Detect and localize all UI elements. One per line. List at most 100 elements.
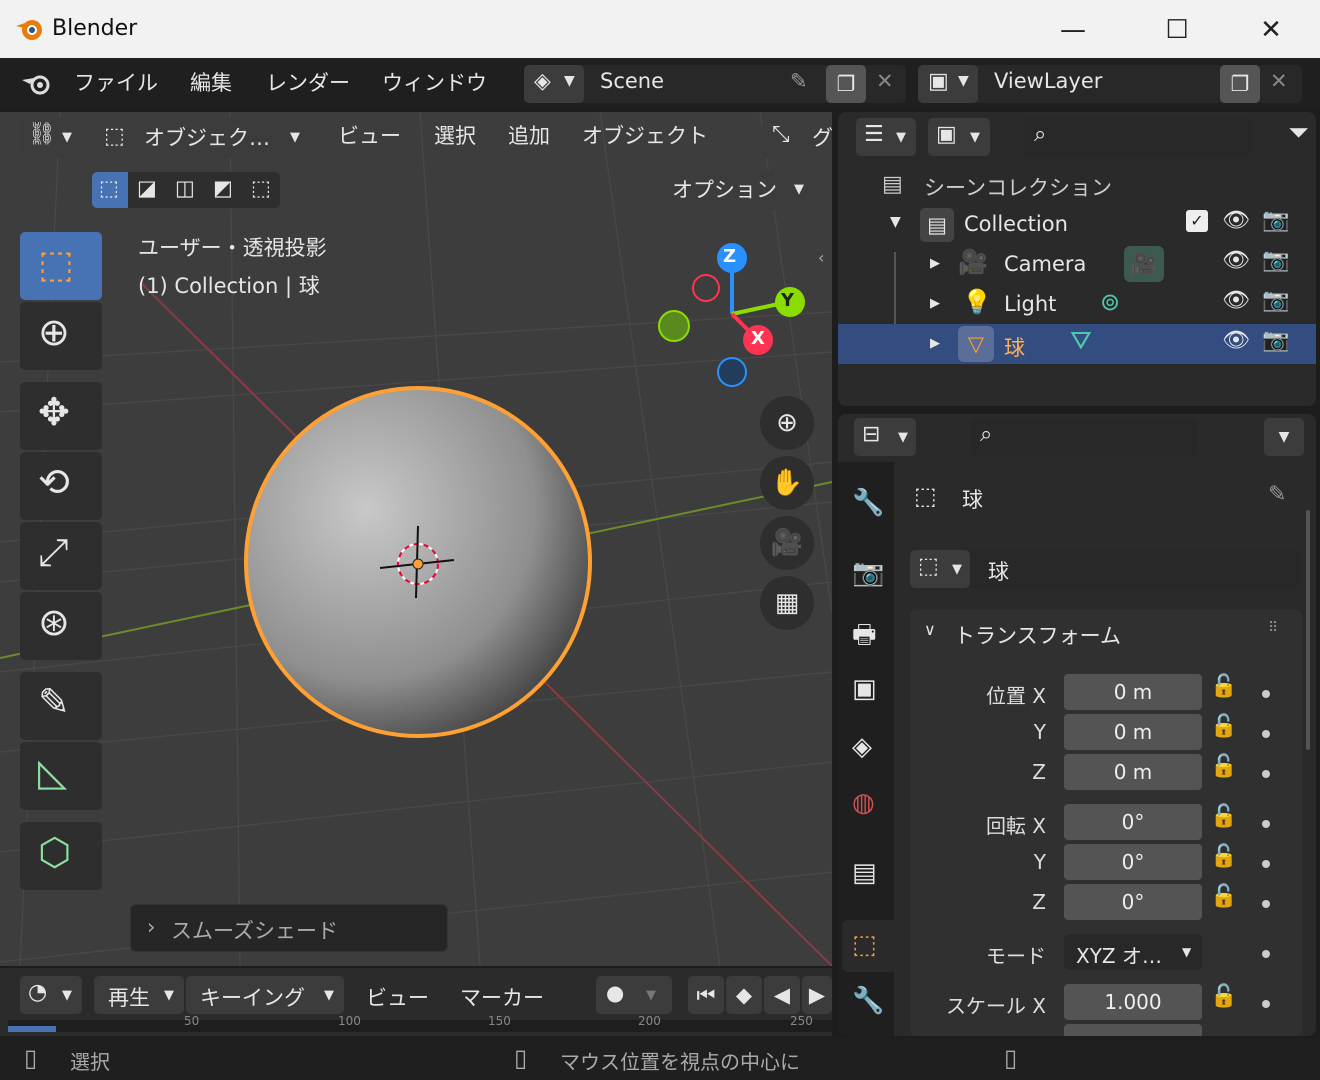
- tool-annotate[interactable]: ✎: [20, 672, 102, 740]
- lock-icon[interactable]: 🔓: [1210, 844, 1237, 869]
- options-dropdown[interactable]: オプション ▼: [656, 170, 814, 210]
- camera-view-button[interactable]: 🎥: [760, 516, 814, 570]
- transform-panel-title[interactable]: トランスフォーム: [954, 620, 1121, 650]
- outliner-row-sphere[interactable]: ▶ ▽ 球 ⛛ 👁 📷: [838, 324, 1316, 364]
- keyframe-dot-icon[interactable]: [1262, 690, 1270, 698]
- expand-right-icon[interactable]: ▶: [930, 336, 940, 351]
- lock-icon[interactable]: 🔓: [1210, 984, 1237, 1009]
- transform-orientation-button[interactable]: ⤡ グ: [762, 118, 832, 158]
- object-name-input[interactable]: 球: [988, 556, 1009, 586]
- 3d-viewport[interactable]: ⛓ ▼ ⬚ オブジェク… ▼ ビュー 選択 追加 オブジェクト ⤡ グ ⬚ ◪ …: [0, 112, 832, 966]
- panel-collapse-icon[interactable]: ∨: [924, 620, 936, 639]
- properties-scrollbar[interactable]: [1306, 510, 1310, 750]
- sphere-object[interactable]: [240, 382, 596, 742]
- pin-icon[interactable]: ✎: [790, 69, 808, 93]
- rotation-z-field[interactable]: 0°: [1064, 884, 1202, 920]
- select-subtract-button[interactable]: ◫: [168, 172, 204, 208]
- pin-icon[interactable]: ✎: [1268, 482, 1286, 507]
- gizmo-neg-z[interactable]: [717, 357, 747, 387]
- visibility-eye-icon[interactable]: 👁: [1222, 328, 1250, 353]
- scene-browse-button[interactable]: ◈ ▼: [524, 65, 584, 103]
- outliner-row-camera[interactable]: ▶ 🎥 Camera 🎥 👁 📷: [838, 246, 1316, 284]
- lock-icon[interactable]: 🔓: [1210, 714, 1237, 739]
- sidebar-toggle-icon[interactable]: ‹: [818, 248, 824, 267]
- tool-scale[interactable]: ⤢: [20, 522, 102, 590]
- tab-object-active[interactable]: ⬚: [842, 920, 894, 972]
- properties-search-input[interactable]: ⌕: [970, 418, 1198, 456]
- lock-icon[interactable]: 🔓: [1210, 804, 1237, 829]
- keyframe-dot-icon[interactable]: [1262, 820, 1270, 828]
- new-scene-button[interactable]: ❐: [826, 65, 866, 103]
- tab-modifier-icon[interactable]: 🔧: [852, 986, 884, 1016]
- render-camera-icon[interactable]: 📷: [1262, 248, 1289, 273]
- keying-dropdown[interactable]: キーイング ▼: [186, 976, 344, 1014]
- visibility-eye-icon[interactable]: 👁: [1222, 208, 1250, 233]
- tool-select-box[interactable]: ⬚: [20, 232, 102, 300]
- timeline-menu-marker[interactable]: マーカー: [460, 982, 544, 1012]
- tab-scene-icon[interactable]: ◈: [852, 732, 872, 762]
- scale-x-field[interactable]: 1.000: [1064, 984, 1202, 1020]
- remove-viewlayer-icon[interactable]: ✕: [1270, 69, 1288, 93]
- select-invert-button[interactable]: ◩: [206, 172, 242, 208]
- viewlayer-browse-button[interactable]: ▣ ▼: [918, 65, 978, 103]
- lock-icon[interactable]: 🔓: [1210, 674, 1237, 699]
- tool-measure[interactable]: ◺: [20, 742, 102, 810]
- last-operator-panel[interactable]: › スムーズシェード: [130, 904, 448, 952]
- keyframe-dot-icon[interactable]: [1262, 730, 1270, 738]
- pan-button[interactable]: ✋: [760, 456, 814, 510]
- keyframe-dot-icon[interactable]: [1262, 900, 1270, 908]
- scene-name-field[interactable]: Scene: [600, 69, 664, 93]
- menu-edit[interactable]: 編集: [190, 68, 232, 98]
- render-camera-icon[interactable]: 📷: [1262, 208, 1289, 233]
- timeline-editor-type-button[interactable]: ◔ ▼: [20, 976, 82, 1014]
- expand-right-icon[interactable]: ▶: [930, 296, 940, 311]
- select-intersect-button[interactable]: ⬚: [244, 172, 280, 208]
- jump-keyframe-button[interactable]: ◆: [726, 976, 762, 1014]
- location-z-field[interactable]: 0 m: [1064, 754, 1202, 790]
- camera-data-icon[interactable]: 🎥: [1124, 246, 1164, 282]
- location-x-field[interactable]: 0 m: [1064, 674, 1202, 710]
- scale-y-field[interactable]: [1064, 1024, 1202, 1036]
- remove-scene-icon[interactable]: ✕: [876, 69, 894, 93]
- tool-rotate[interactable]: ⟲: [20, 452, 102, 520]
- viewport-menu-view[interactable]: ビュー: [338, 116, 401, 156]
- rotation-y-field[interactable]: 0°: [1064, 844, 1202, 880]
- tool-move[interactable]: ✥: [20, 382, 102, 450]
- scene-collection-label[interactable]: シーンコレクション: [924, 172, 1112, 202]
- tool-add-cube[interactable]: ⬡: [20, 822, 102, 890]
- outliner-editor-type-button[interactable]: ☰ ▼: [856, 118, 916, 156]
- render-camera-icon[interactable]: 📷: [1262, 288, 1289, 313]
- viewport-menu-add[interactable]: 追加: [508, 116, 550, 156]
- viewport-menu-select[interactable]: 選択: [434, 116, 476, 156]
- keyframe-dot-icon[interactable]: [1262, 1000, 1270, 1008]
- maximize-button[interactable]: ☐: [1142, 10, 1212, 50]
- mode-dropdown[interactable]: ⬚ オブジェク… ▼: [94, 118, 312, 158]
- keyframe-dot-icon[interactable]: [1262, 770, 1270, 778]
- expand-right-icon[interactable]: ▶: [930, 256, 940, 271]
- gizmo-neg-y[interactable]: [658, 310, 690, 342]
- play-button[interactable]: ▶: [802, 976, 832, 1014]
- play-reverse-button[interactable]: ◀: [764, 976, 800, 1014]
- new-viewlayer-button[interactable]: ❐: [1220, 65, 1260, 103]
- outliner-row-collection[interactable]: ▼ ▤ Collection ✓ 👁 📷: [838, 206, 1316, 244]
- auto-keying-toggle[interactable]: ● ▼: [596, 976, 672, 1014]
- gizmo-neg-x[interactable]: [692, 274, 720, 302]
- menu-window[interactable]: ウィンドウ: [382, 68, 487, 98]
- menu-file[interactable]: ファイル: [74, 68, 158, 98]
- mesh-data-icon[interactable]: ⛛: [1070, 326, 1092, 357]
- display-mode-button[interactable]: ▣ ▼: [928, 118, 990, 156]
- outliner-row-light[interactable]: ▶ 💡 Light ⊚ 👁 📷: [838, 286, 1316, 324]
- tool-cursor[interactable]: ⊕: [20, 302, 102, 370]
- ortho-toggle-button[interactable]: ▦: [760, 576, 814, 630]
- properties-editor-type-button[interactable]: ⊟ ▼: [854, 418, 916, 456]
- tab-tool-icon[interactable]: 🔧: [852, 488, 884, 518]
- tool-transform[interactable]: ⊛: [20, 592, 102, 660]
- blender-menu-icon[interactable]: [20, 70, 54, 98]
- visibility-eye-icon[interactable]: 👁: [1222, 248, 1250, 273]
- location-y-field[interactable]: 0 m: [1064, 714, 1202, 750]
- viewport-menu-object[interactable]: オブジェクト: [582, 116, 708, 156]
- keyframe-dot-icon[interactable]: [1262, 860, 1270, 868]
- timeline-menu-view[interactable]: ビュー: [366, 982, 429, 1012]
- lock-icon[interactable]: 🔓: [1210, 884, 1237, 909]
- tab-collection-icon[interactable]: ▤: [852, 858, 877, 888]
